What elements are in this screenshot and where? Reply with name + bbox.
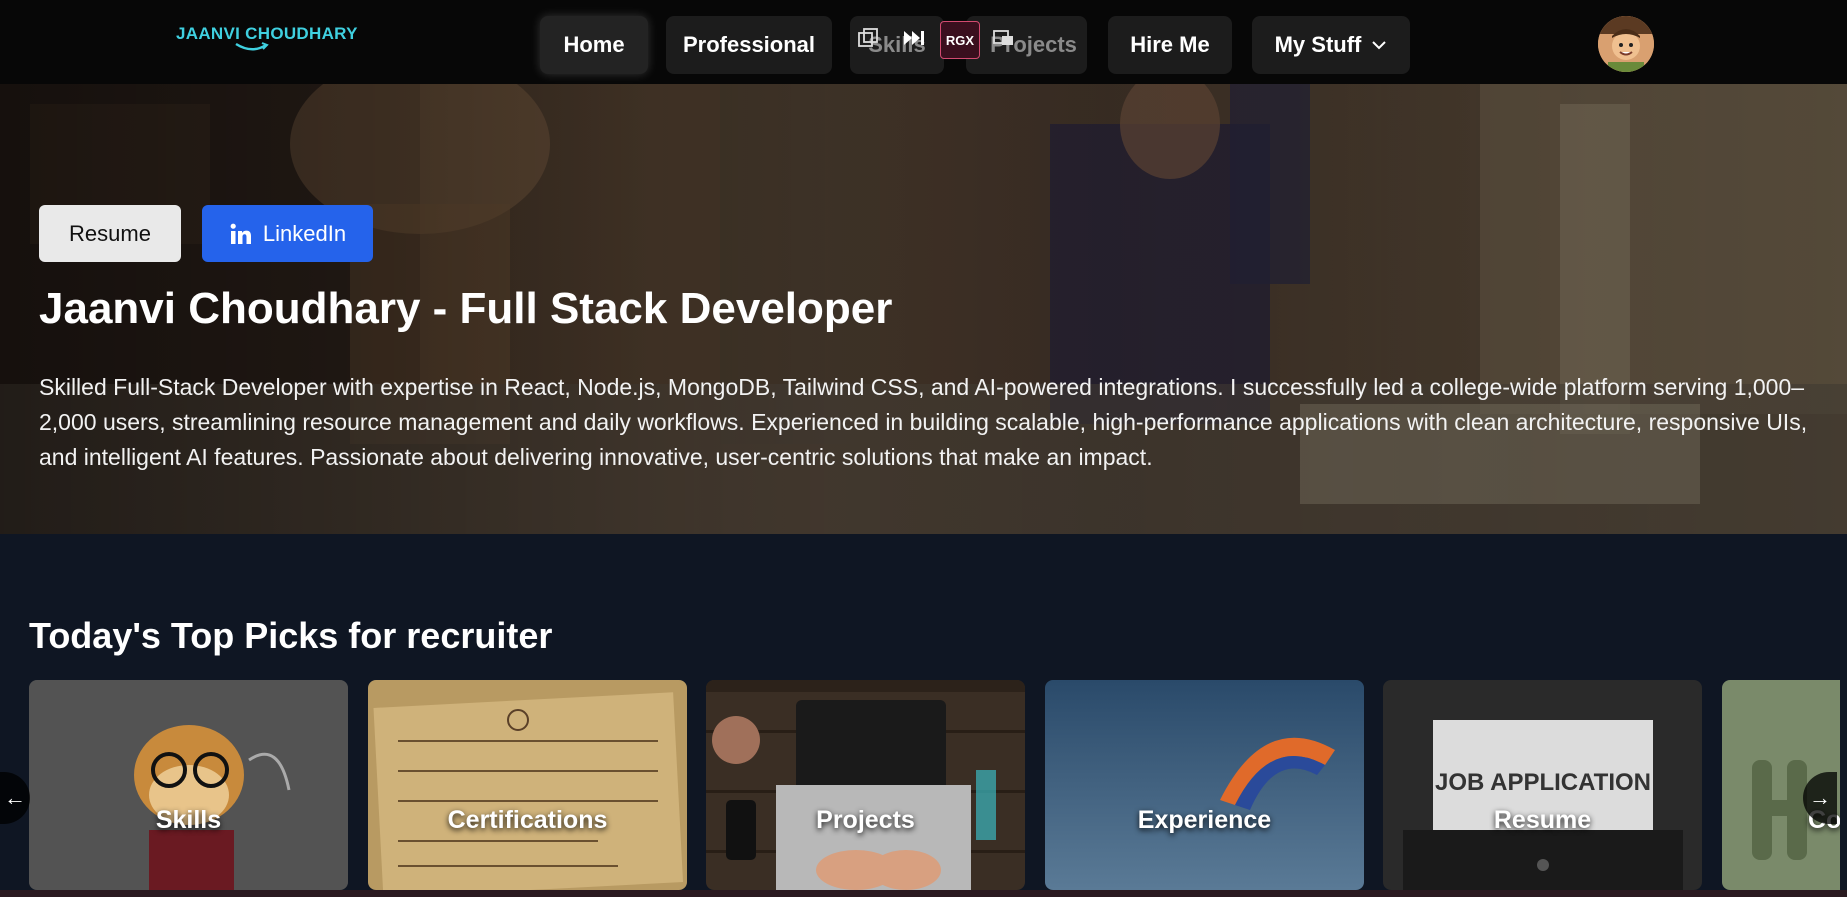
card-certifications-image	[368, 680, 687, 890]
card-resume[interactable]: JOB APPLICATION Resume	[1383, 680, 1702, 890]
card-projects[interactable]: Projects	[706, 680, 1025, 890]
arrow-left-icon: ←	[4, 785, 26, 810]
linkedin-icon	[230, 223, 251, 244]
rgx-extension-badge[interactable]: RGX	[940, 21, 980, 59]
logo-text: JAANVI CHOUDHARY	[176, 24, 358, 43]
card-projects-image	[706, 680, 1025, 890]
page-title: Jaanvi Choudhary - Full Stack Developer	[39, 284, 893, 333]
hero-banner: Resume LinkedIn Jaanvi Choudhary - Full …	[0, 84, 1847, 534]
popout-icon[interactable]	[856, 26, 880, 50]
top-picks-heading: Today's Top Picks for recruiter	[29, 615, 553, 656]
arrow-right-icon: →	[1809, 785, 1831, 810]
nav-projects[interactable]: Projects	[966, 16, 1087, 74]
linkedin-button[interactable]: LinkedIn	[202, 205, 373, 262]
card-experience[interactable]: Experience	[1045, 680, 1364, 890]
hero-description: Skilled Full-Stack Developer with expert…	[39, 374, 1808, 470]
chevron-down-icon	[1372, 41, 1387, 50]
top-navbar: JAANVI CHOUDHARY Home Professional Skill…	[0, 0, 1847, 84]
nav-my-stuff[interactable]: My Stuff	[1252, 16, 1410, 74]
bottom-edge	[0, 890, 1847, 897]
resume-button[interactable]: Resume	[39, 205, 181, 262]
card-resume-image: JOB APPLICATION	[1383, 680, 1702, 890]
nav-hire-me[interactable]: Hire Me	[1108, 16, 1232, 74]
avatar[interactable]	[1598, 16, 1654, 72]
card-experience-image	[1045, 680, 1364, 890]
svg-text:JOB APPLICATION: JOB APPLICATION	[1435, 769, 1651, 796]
skip-forward-icon[interactable]	[902, 26, 926, 50]
card-skills[interactable]: Skills	[29, 680, 348, 890]
site-logo[interactable]: JAANVI CHOUDHARY	[176, 24, 358, 52]
card-skills-image	[29, 680, 348, 890]
card-certifications[interactable]: Certifications	[368, 680, 687, 890]
top-picks-carousel: Skills Certifications Projects Experienc…	[0, 680, 1840, 890]
picture-in-picture-icon[interactable]	[992, 26, 1016, 50]
nav-professional[interactable]: Professional	[666, 16, 832, 74]
nav-home[interactable]: Home	[540, 16, 648, 74]
